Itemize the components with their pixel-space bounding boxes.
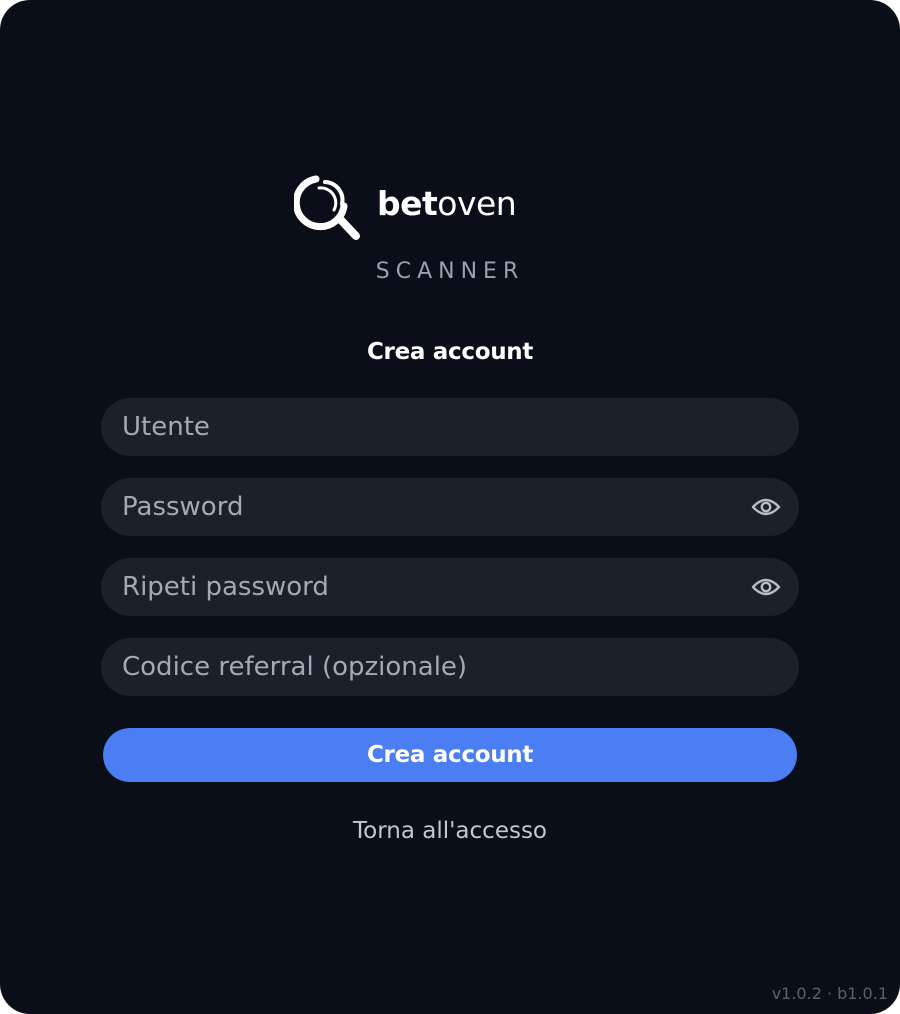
eye-icon[interactable] <box>751 574 781 600</box>
password-field <box>101 478 799 536</box>
password-input[interactable] <box>101 478 799 536</box>
repeat-password-input[interactable] <box>101 558 799 616</box>
repeat-password-field <box>101 558 799 616</box>
brand-subtitle: SCANNER <box>375 259 525 284</box>
magnifier-logo-icon <box>294 175 360 240</box>
referral-input[interactable] <box>101 638 799 696</box>
brand-name-bold: bet <box>377 184 438 223</box>
register-screen: betoven SCANNER Crea account Crea accoun… <box>0 0 900 1014</box>
brand-name: betoven <box>377 184 517 224</box>
create-account-button[interactable]: Crea account <box>103 728 797 782</box>
referral-field <box>101 638 799 696</box>
back-to-login-link[interactable]: Torna all'accesso <box>0 816 900 846</box>
username-input[interactable] <box>101 398 799 456</box>
eye-icon[interactable] <box>751 494 781 520</box>
username-field <box>101 398 799 456</box>
page-title: Crea account <box>366 339 534 365</box>
version-label: v1.0.2 · b1.0.1 <box>771 984 888 1003</box>
brand-name-light: oven <box>437 184 517 223</box>
